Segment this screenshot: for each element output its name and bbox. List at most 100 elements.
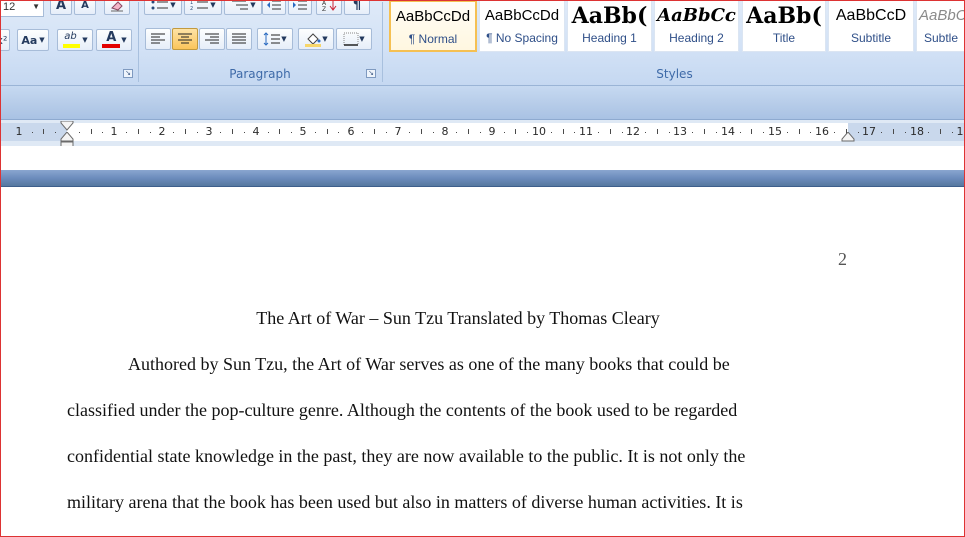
font-size-box[interactable]: 12 ▼ [0,0,44,17]
highlight-icon: ab [62,31,82,49]
change-case-button[interactable]: Aa ▼ [17,29,49,51]
decrease-indent-button[interactable] [262,0,286,15]
ruler-tick [515,129,516,134]
align-right-button[interactable] [199,28,225,50]
ruler-tick [563,129,564,134]
ruler-number: 8 [441,125,449,138]
ruler-tick [751,129,752,134]
show-paragraph-marks-button[interactable]: ¶ [344,0,370,15]
style-title[interactable]: AaBb( Title [742,0,826,52]
borders-button[interactable]: ▼ [336,28,372,50]
style-preview: AaBbCcD [835,7,907,24]
chevron-down-icon: ▼ [82,36,88,44]
body-line: military arena that the book has been us… [67,492,743,512]
ruler-tick [799,129,800,134]
paragraph-group: ▼ 12 ▼ ▼ AZ ¶ ▼ ▼ ▼ Paragraph ↘ [140,0,380,84]
style-name: Title [772,31,796,45]
ruler-number: 17 [862,125,876,138]
ruler-number: 5 [299,125,307,138]
ruler-dot [858,132,859,133]
ruler-dot [386,132,387,133]
align-center-icon [178,33,192,44]
font-color-bar [102,44,121,48]
horizontal-ruler[interactable]: 1 1 2 3 4 5 6 7 8 9 10 11 12 13 14 15 16… [0,121,965,148]
increase-indent-button[interactable] [288,0,312,15]
grow-font-label: A [55,0,67,13]
superscript-x-label: x² [0,33,8,47]
ruler-number: 1 [956,125,964,138]
ruler-dot [433,132,434,133]
style-normal[interactable]: AaBbCcDd ¶ Normal [389,0,477,52]
ruler-dot [574,132,575,133]
shrink-font-label: A [81,0,89,11]
ruler-number: 1 [15,125,23,138]
clear-formatting-button[interactable] [104,0,130,15]
line-spacing-button[interactable]: ▼ [257,28,293,50]
document-page[interactable]: 2 The Art of War – Sun Tzu Translated by… [0,187,965,537]
ruler-number: 12 [626,125,640,138]
chevron-down-icon: ▼ [322,35,328,43]
paragraph-dialog-launcher-icon[interactable]: ↘ [366,69,376,78]
ribbon-bottom-strip [0,86,965,120]
ruler-tick [232,129,233,134]
highlight-button[interactable]: ab ▼ [57,29,93,51]
numbered-list-icon: 12 [190,0,209,11]
ruler-dot [32,132,33,133]
justify-button[interactable] [226,28,252,50]
font-color-button[interactable]: A ▼ [96,29,132,51]
ruler-dot [527,132,528,133]
ruler-dot [645,132,646,133]
numbering-button[interactable]: 12 ▼ [184,0,222,15]
ruler-dot [102,132,103,133]
subscript-button[interactable]: x² [0,29,10,51]
shrink-font-button[interactable]: A [74,0,96,15]
ruler-dot [362,132,363,133]
ruler-dot [197,132,198,133]
increase-indent-icon [293,0,307,10]
ruler-dot [79,132,80,133]
align-center-button[interactable] [172,28,198,50]
bullets-button[interactable]: ▼ [144,0,182,15]
ruler-dot [810,132,811,133]
style-preview: AaBbCcDd [395,8,471,25]
ruler-dot [716,132,717,133]
first-line-indent-marker-icon[interactable] [60,121,74,131]
ruler-tick [138,129,139,134]
ruler-area: 1 1 2 3 4 5 6 7 8 9 10 11 12 13 14 15 16… [0,120,965,148]
group-separator [138,2,139,82]
grow-font-button[interactable]: A [50,0,72,15]
chevron-down-icon[interactable]: ▼ [32,0,40,15]
highlight-color-bar [63,44,81,48]
ruler-tick [657,129,658,134]
align-right-icon [205,33,219,44]
ruler-dot [409,132,410,133]
sort-button[interactable]: AZ [316,0,342,15]
decrease-indent-icon [267,0,281,10]
ruler-dot [504,132,505,133]
style-name: Subtitle [850,31,892,45]
style-subtle-emphasis[interactable]: AaBbC Subtle [916,0,965,52]
align-left-button[interactable] [145,28,171,50]
body-line: classified under the pop-culture genre. … [67,400,738,420]
style-subtitle[interactable]: AaBbCcD Subtitle [828,0,914,52]
ruler-dot [480,132,481,133]
ruler-dot [126,132,127,133]
ruler-tick [374,129,375,134]
page-top-edge [0,170,965,187]
style-heading-1[interactable]: AaBb( Heading 1 [567,0,652,52]
ruler-number: 9 [488,125,496,138]
style-heading-2[interactable]: AaBbCc Heading 2 [654,0,739,52]
ruler-number: 14 [721,125,735,138]
style-name: Heading 2 [669,31,724,45]
shading-button[interactable]: ▼ [298,28,334,50]
eraser-icon [111,0,123,11]
svg-text:Z: Z [322,6,326,11]
style-no-spacing[interactable]: AaBbCcDd ¶ No Spacing [479,0,565,52]
ruler-number: 11 [579,125,593,138]
multilevel-list-button[interactable]: ▼ [224,0,262,15]
right-indent-marker-icon[interactable] [841,132,855,142]
font-dialog-launcher-icon[interactable]: ↘ [123,69,133,78]
pilcrow-icon: ¶ [352,0,362,13]
ruler-dot [173,132,174,133]
ruler-number: 2 [158,125,166,138]
